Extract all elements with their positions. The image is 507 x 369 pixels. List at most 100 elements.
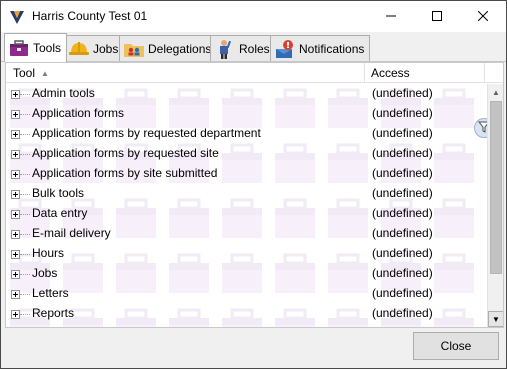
table-row[interactable]: Application forms (undefined) bbox=[6, 104, 487, 124]
window-close-button[interactable] bbox=[460, 1, 506, 32]
folder-users-icon bbox=[123, 38, 145, 60]
tab-notifications[interactable]: Notifications bbox=[270, 35, 371, 61]
sort-ascending-icon: ▲ bbox=[41, 68, 49, 78]
access-cell[interactable]: (undefined) bbox=[372, 186, 433, 200]
access-cell[interactable]: (undefined) bbox=[372, 226, 433, 240]
access-cell[interactable]: (undefined) bbox=[372, 166, 433, 180]
tool-cell: Application forms by requested site bbox=[32, 146, 219, 160]
expand-row-icon[interactable] bbox=[11, 230, 20, 239]
access-cell[interactable]: (undefined) bbox=[372, 306, 433, 320]
expand-row-icon[interactable] bbox=[11, 310, 20, 319]
column-header-tool[interactable]: Tool ▲ bbox=[6, 63, 365, 83]
column-header-access-label: Access bbox=[371, 66, 410, 80]
tab-tools[interactable]: Tools bbox=[4, 33, 68, 62]
table-row[interactable]: Jobs (undefined) bbox=[6, 264, 487, 284]
filter-button[interactable] bbox=[474, 118, 487, 138]
table-row[interactable]: Data entry (undefined) bbox=[6, 204, 487, 224]
title-bar[interactable]: Harris County Test 01 bbox=[1, 1, 506, 32]
expand-row-icon[interactable] bbox=[11, 170, 20, 179]
access-cell[interactable]: (undefined) bbox=[372, 206, 433, 220]
table-row[interactable]: Reports (undefined) bbox=[6, 304, 487, 324]
scroll-down-icon: ▼ bbox=[492, 314, 500, 324]
tree-connector bbox=[20, 174, 30, 175]
app-logo-icon bbox=[8, 8, 26, 26]
minimize-button[interactable] bbox=[368, 1, 414, 32]
expand-row-icon[interactable] bbox=[11, 150, 20, 159]
table-row[interactable]: Letters (undefined) bbox=[6, 284, 487, 304]
hardhat-icon bbox=[68, 38, 90, 60]
grid-header: Tool ▲ Access bbox=[6, 63, 503, 83]
expand-row-icon[interactable] bbox=[11, 270, 20, 279]
tree-connector bbox=[20, 154, 30, 155]
access-cell[interactable]: (undefined) bbox=[372, 106, 433, 120]
access-cell[interactable]: (undefined) bbox=[372, 246, 433, 260]
tab-tools-label: Tools bbox=[33, 41, 62, 55]
column-header-tool-label: Tool bbox=[13, 66, 36, 80]
table-row[interactable]: Application forms by requested departmen… bbox=[6, 124, 487, 144]
notification-bell-icon bbox=[274, 38, 296, 60]
tree-connector bbox=[20, 194, 30, 195]
tree-connector bbox=[20, 214, 30, 215]
tree-connector bbox=[20, 134, 30, 135]
expand-row-icon[interactable] bbox=[11, 210, 20, 219]
tool-cell: Application forms by requested departmen… bbox=[32, 126, 261, 140]
maximize-icon bbox=[432, 10, 442, 24]
tab-delegations[interactable]: Delegations bbox=[119, 35, 218, 61]
person-roles-icon bbox=[214, 38, 236, 60]
expand-row-icon[interactable] bbox=[11, 130, 20, 139]
table-row[interactable]: Bulk tools (undefined) bbox=[6, 184, 487, 204]
toolbox-icon bbox=[8, 37, 30, 59]
table-row[interactable]: Application forms by site submitted (und… bbox=[6, 164, 487, 184]
access-cell[interactable]: (undefined) bbox=[372, 266, 433, 280]
tab-notifications-label: Notifications bbox=[299, 41, 365, 56]
tool-cell: Data entry bbox=[32, 206, 88, 220]
tools-grid[interactable]: Tool ▲ Access Admin tools (undefined) Ap… bbox=[5, 62, 504, 328]
tool-cell: Jobs bbox=[32, 266, 58, 280]
tree-connector bbox=[20, 234, 30, 235]
access-cell[interactable]: (undefined) bbox=[372, 146, 433, 160]
table-row[interactable]: Hours (undefined) bbox=[6, 244, 487, 264]
tree-connector bbox=[20, 274, 30, 275]
tool-cell: Admin tools bbox=[32, 86, 95, 100]
dialog-window: Harris County Test 01 Tools Jobs Delegat… bbox=[0, 0, 507, 369]
access-cell[interactable]: (undefined) bbox=[372, 86, 433, 100]
scrollbar-thumb[interactable] bbox=[490, 101, 502, 274]
expand-row-icon[interactable] bbox=[11, 290, 20, 299]
tree-connector bbox=[20, 254, 30, 255]
scroll-up-icon: ▲ bbox=[492, 87, 500, 97]
tree-connector bbox=[20, 294, 30, 295]
close-icon bbox=[477, 10, 489, 24]
tab-roles[interactable]: Roles bbox=[210, 35, 276, 61]
table-row[interactable]: Admin tools (undefined) bbox=[6, 84, 487, 104]
table-row[interactable]: Application forms by requested site (und… bbox=[6, 144, 487, 164]
access-cell[interactable]: (undefined) bbox=[372, 286, 433, 300]
tool-cell: Hours bbox=[32, 246, 65, 260]
window-title: Harris County Test 01 bbox=[32, 9, 148, 23]
filter-funnel-icon bbox=[477, 121, 487, 136]
expand-row-icon[interactable] bbox=[11, 90, 20, 99]
vertical-scrollbar[interactable]: ▲ ▼ bbox=[487, 84, 503, 327]
scroll-up-button[interactable]: ▲ bbox=[488, 84, 503, 100]
tab-jobs[interactable]: Jobs bbox=[64, 35, 125, 61]
tab-jobs-label: Jobs bbox=[93, 41, 119, 56]
maximize-button[interactable] bbox=[414, 1, 460, 32]
table-row[interactable]: E-mail delivery (undefined) bbox=[6, 224, 487, 244]
minimize-icon bbox=[386, 10, 396, 24]
grid-body: Admin tools (undefined) Application form… bbox=[6, 84, 487, 327]
expand-row-icon[interactable] bbox=[11, 110, 20, 119]
tree-connector bbox=[20, 114, 30, 115]
tool-cell: Reports bbox=[32, 306, 75, 320]
tool-cell: E-mail delivery bbox=[32, 226, 111, 240]
tool-cell: Letters bbox=[32, 286, 69, 300]
tab-roles-label: Roles bbox=[239, 41, 270, 56]
tool-cell: Application forms by site submitted bbox=[32, 166, 218, 180]
close-button[interactable]: Close bbox=[413, 332, 499, 360]
tree-connector bbox=[20, 94, 30, 95]
column-header-access[interactable]: Access bbox=[365, 63, 485, 83]
scroll-down-button[interactable]: ▼ bbox=[488, 311, 503, 327]
expand-row-icon[interactable] bbox=[11, 190, 20, 199]
tree-connector bbox=[20, 314, 30, 315]
expand-row-icon[interactable] bbox=[11, 250, 20, 259]
tool-cell: Bulk tools bbox=[32, 186, 85, 200]
access-cell[interactable]: (undefined) bbox=[372, 126, 433, 140]
